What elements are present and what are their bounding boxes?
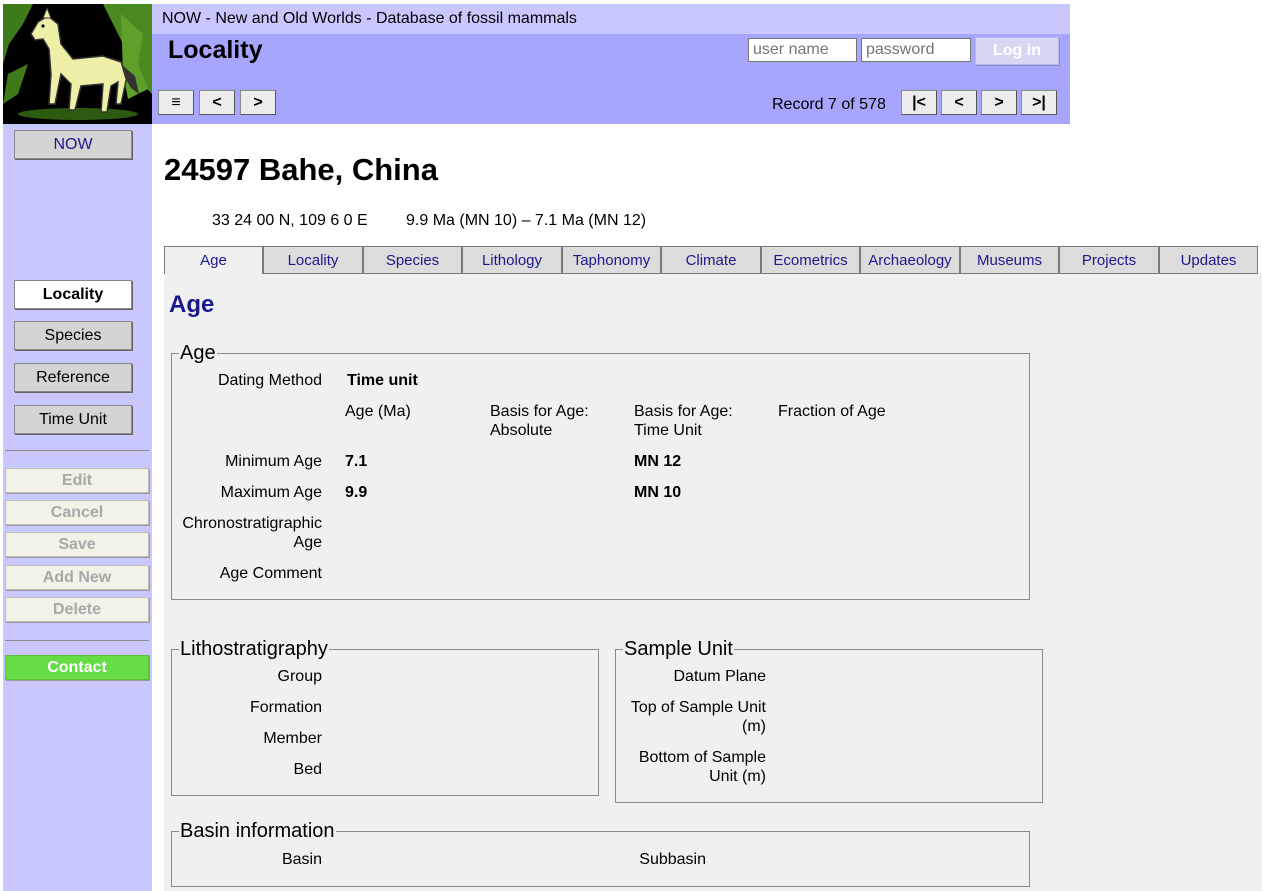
username-input[interactable]	[748, 38, 857, 62]
login-button[interactable]: Log in	[975, 37, 1059, 65]
dating-method-value: Time unit	[347, 372, 418, 389]
tab-taphonomy[interactable]: Taphonomy	[562, 246, 661, 274]
basis-absolute-column-header: Basis for Age: Absolute	[490, 403, 589, 439]
sample-unit-legend: Sample Unit	[624, 638, 733, 660]
menu-button[interactable]: ≡	[158, 90, 194, 115]
tab-age[interactable]: Age	[164, 246, 263, 275]
record-title: 24597 Bahe, China	[164, 152, 438, 187]
member-label: Member	[263, 730, 322, 747]
save-button[interactable]: Save	[5, 532, 149, 557]
history-forward-button[interactable]: >	[240, 90, 276, 115]
contact-button[interactable]: Contact	[5, 655, 149, 680]
panel-title: Age	[169, 291, 215, 318]
site-logo	[3, 4, 152, 124]
basin-information-legend: Basin information	[180, 820, 335, 842]
chronostratigraphic-age-label: Chronostratigraphic Age	[182, 515, 322, 551]
tab-archaeology[interactable]: Archaeology	[860, 246, 960, 274]
cancel-button[interactable]: Cancel	[5, 500, 149, 525]
sidebar-item-locality[interactable]: Locality	[14, 280, 132, 309]
header-bar: NOW - New and Old Worlds - Database of f…	[152, 4, 1070, 124]
minimum-age-time-unit: MN 12	[634, 453, 682, 470]
maximum-age-label: Maximum Age	[220, 484, 322, 501]
sidebar-divider	[5, 450, 149, 451]
tab-panel-age: Age Age Dating Method Time unit Age (Ma)…	[164, 274, 1262, 891]
tab-museums[interactable]: Museums	[960, 246, 1059, 274]
first-record-button[interactable]: |<	[901, 90, 937, 115]
edit-button[interactable]: Edit	[5, 468, 149, 493]
page-heading: Locality	[168, 36, 263, 64]
header-title-strip: NOW - New and Old Worlds - Database of f…	[152, 4, 1070, 34]
history-back-button[interactable]: <	[199, 90, 235, 115]
sidebar: NOW Locality Species Reference Time Unit…	[3, 124, 152, 891]
sidebar-divider	[5, 640, 149, 641]
fraction-of-age-column-header: Fraction of Age	[778, 403, 886, 420]
delete-button[interactable]: Delete	[5, 597, 149, 622]
age-legend: Age	[180, 342, 216, 364]
site-title: NOW - New and Old Worlds - Database of f…	[162, 10, 577, 27]
tab-ecometrics[interactable]: Ecometrics	[761, 246, 860, 274]
age-ma-column-header: Age (Ma)	[345, 403, 411, 420]
now-home-button[interactable]: NOW	[14, 130, 132, 159]
previous-record-button[interactable]: <	[941, 90, 977, 115]
lithostratigraphy-legend: Lithostratigraphy	[180, 638, 328, 660]
tab-projects[interactable]: Projects	[1059, 246, 1159, 274]
add-new-button[interactable]: Add New	[5, 565, 149, 590]
record-counter: Record 7 of 578	[772, 96, 886, 113]
tab-locality[interactable]: Locality	[263, 246, 363, 274]
sidebar-item-reference[interactable]: Reference	[14, 363, 132, 392]
minimum-age-label: Minimum Age	[225, 453, 322, 470]
tab-updates[interactable]: Updates	[1159, 246, 1258, 274]
tab-lithology[interactable]: Lithology	[462, 246, 562, 274]
tab-climate[interactable]: Climate	[661, 246, 761, 274]
minimum-age-value: 7.1	[345, 453, 368, 470]
age-comment-label: Age Comment	[219, 565, 322, 582]
tab-species[interactable]: Species	[363, 246, 462, 274]
group-label: Group	[277, 668, 322, 685]
record-age-range: 9.9 Ma (MN 10) – 7.1 Ma (MN 12)	[406, 212, 647, 229]
password-input[interactable]	[861, 38, 971, 62]
basis-time-unit-column-header: Basis for Age: Time Unit	[634, 403, 733, 439]
formation-label: Formation	[249, 699, 322, 716]
subbasin-label: Subbasin	[639, 851, 706, 868]
record-coordinates: 33 24 00 N, 109 6 0 E	[212, 212, 368, 229]
horse-logo-image	[3, 4, 152, 124]
maximum-age-value: 9.9	[345, 484, 368, 501]
top-of-sample-unit-label: Top of Sample Unit (m)	[630, 699, 766, 735]
tab-bar: Age Locality Species Lithology Taphonomy…	[164, 246, 1258, 275]
sidebar-item-time-unit[interactable]: Time Unit	[14, 405, 132, 434]
last-record-button[interactable]: >|	[1021, 90, 1057, 115]
bed-label: Bed	[293, 761, 322, 778]
maximum-age-time-unit: MN 10	[634, 484, 682, 501]
dating-method-label: Dating Method	[217, 372, 322, 389]
next-record-button[interactable]: >	[981, 90, 1017, 115]
sidebar-item-species[interactable]: Species	[14, 321, 132, 350]
datum-plane-label: Datum Plane	[673, 668, 767, 685]
basin-label: Basin	[281, 851, 322, 868]
bottom-of-sample-unit-label: Bottom of Sample Unit (m)	[638, 749, 766, 785]
